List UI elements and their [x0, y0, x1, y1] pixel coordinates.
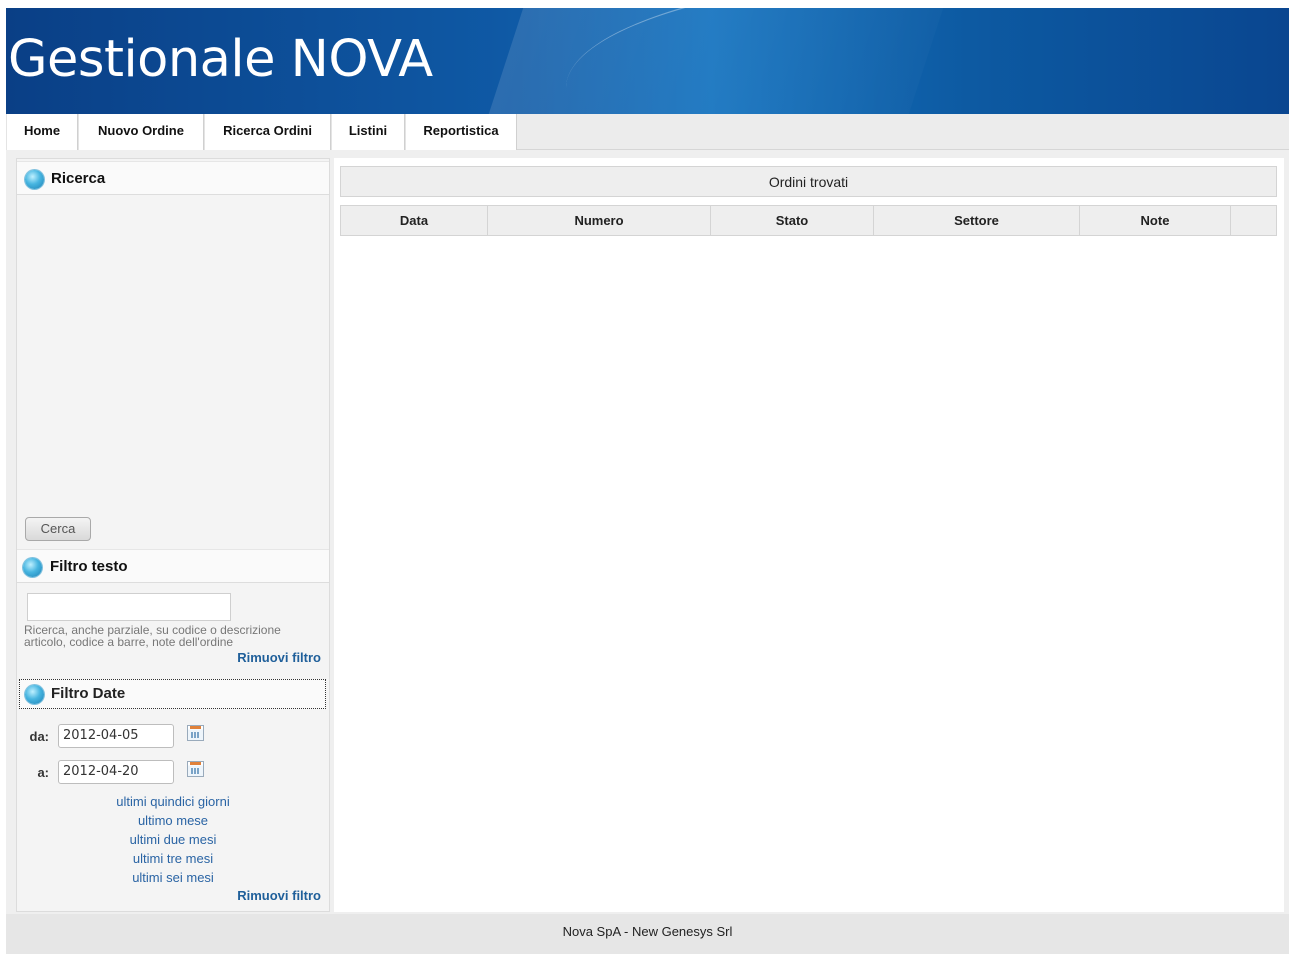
- app-title: Gestionale NOVA: [8, 30, 433, 89]
- tab-nuovo-ordine[interactable]: Nuovo Ordine: [78, 114, 204, 150]
- app-header: Gestionale NOVA: [6, 8, 1289, 114]
- filtro-testo-help: Ricerca, anche parziale, su codice o des…: [24, 623, 281, 649]
- range-link-3-mesi[interactable]: ultimi tre mesi: [17, 851, 329, 866]
- calendar-icon[interactable]: [187, 761, 204, 777]
- main-nav: Home Nuovo Ordine Ricerca Ordini Listini…: [6, 114, 1289, 150]
- filtro-testo-title: Filtro testo: [50, 558, 128, 575]
- date-to-input[interactable]: 2012-04-20: [58, 760, 174, 784]
- calendar-icon[interactable]: [187, 725, 204, 741]
- column-header-stato[interactable]: Stato: [711, 206, 874, 235]
- tab-home[interactable]: Home: [6, 114, 78, 150]
- collapse-orb-icon: [25, 685, 44, 704]
- ricerca-title: Ricerca: [51, 170, 106, 187]
- sidebar: Ricerca Cerca Filtro testo Ricerca, anch…: [16, 158, 330, 912]
- range-link-2-mesi[interactable]: ultimi due mesi: [17, 832, 329, 847]
- filtro-testo-header[interactable]: Filtro testo: [17, 549, 329, 583]
- column-header-data[interactable]: Data: [341, 206, 488, 235]
- range-link-6-mesi[interactable]: ultimi sei mesi: [17, 870, 329, 885]
- date-from-input[interactable]: 2012-04-05: [58, 724, 174, 748]
- range-link-15-giorni[interactable]: ultimi quindici giorni: [17, 794, 329, 809]
- rimuovi-filtro-testo-link[interactable]: Rimuovi filtro: [237, 650, 321, 665]
- header-swoosh: [566, 8, 1289, 114]
- tab-reportistica[interactable]: Reportistica: [405, 114, 517, 150]
- filtro-date-header[interactable]: Filtro Date: [19, 679, 326, 709]
- table-title: Ordini trovati: [340, 166, 1277, 197]
- column-header-settore[interactable]: Settore: [874, 206, 1080, 235]
- range-link-1-mese[interactable]: ultimo mese: [17, 813, 329, 828]
- date-to-label: a:: [37, 765, 49, 780]
- column-header-extra: [1231, 206, 1276, 235]
- column-header-note[interactable]: Note: [1080, 206, 1231, 235]
- filtro-date-title: Filtro Date: [51, 685, 126, 702]
- results-panel: Ordini trovati Data Numero Stato Settore…: [334, 158, 1284, 912]
- rimuovi-filtro-date-link[interactable]: Rimuovi filtro: [237, 888, 321, 903]
- column-header-numero[interactable]: Numero: [488, 206, 711, 235]
- date-from-label: da:: [29, 729, 50, 744]
- footer: Nova SpA - New Genesys Srl: [6, 914, 1289, 954]
- collapse-orb-icon: [25, 170, 44, 189]
- ricerca-header[interactable]: Ricerca: [17, 161, 329, 195]
- cerca-button[interactable]: Cerca: [25, 517, 91, 541]
- tab-listini[interactable]: Listini: [331, 114, 405, 150]
- filtro-testo-input[interactable]: [27, 593, 231, 621]
- collapse-orb-icon: [23, 558, 42, 577]
- table-header: Data Numero Stato Settore Note: [340, 205, 1277, 236]
- tab-ricerca-ordini[interactable]: Ricerca Ordini: [204, 114, 331, 150]
